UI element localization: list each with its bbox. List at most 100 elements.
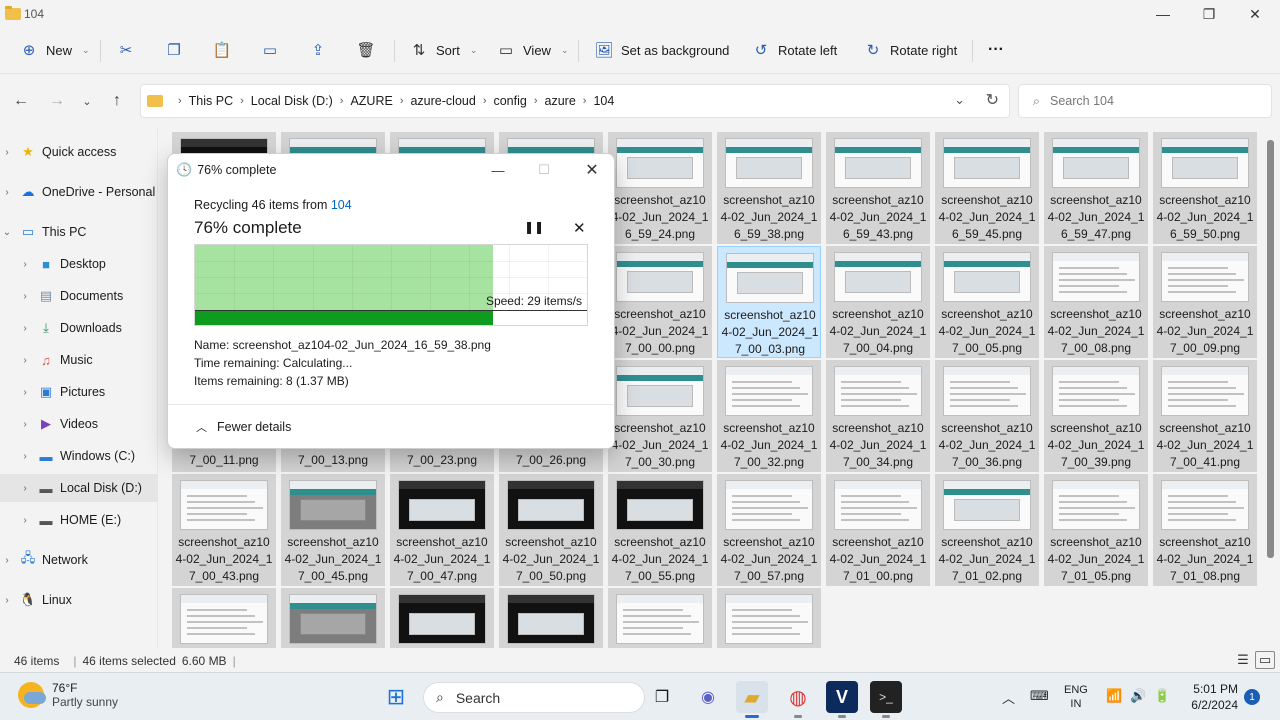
sidebar-item-music[interactable]: › ♫ Music	[0, 346, 158, 374]
rotate-right-button[interactable]: ↻ Rotate right	[864, 28, 958, 72]
language-indicator[interactable]: ENG IN	[1064, 683, 1088, 711]
sidebar-item-quick-access[interactable]: › ★ Quick access	[0, 138, 158, 166]
file-tile[interactable]: screenshot_az10 4-02_Jun_2024_1 7_01_00.pn…	[826, 474, 930, 586]
terminal-app[interactable]: >_	[870, 681, 902, 718]
dialog-close-button[interactable]: ✕	[574, 158, 610, 182]
details-view-button[interactable]: ☰	[1233, 651, 1253, 669]
rename-button[interactable]: ▭	[261, 28, 279, 72]
breadcrumb-azure-sub[interactable]: azure	[545, 94, 576, 108]
file-tile[interactable]	[608, 588, 712, 648]
weather-widget[interactable]: 76°F Partly sunny	[18, 681, 118, 709]
sidebar-item-pictures[interactable]: › ▣ Pictures	[0, 378, 158, 406]
wifi-icon[interactable]: 📶	[1106, 688, 1122, 704]
sidebar-item-documents[interactable]: › ▤ Documents	[0, 282, 158, 310]
back-button[interactable]: ←	[8, 88, 34, 114]
large-icons-view-button[interactable]: ▭	[1255, 651, 1275, 669]
chevron-right-icon[interactable]: ›	[18, 259, 32, 270]
breadcrumb-azure-cloud[interactable]: azure-cloud	[410, 94, 475, 108]
file-tile[interactable]: screenshot_az10 4-02_Jun_2024_1 7_00_34.pn…	[826, 360, 930, 472]
rotate-left-button[interactable]: ↺ Rotate left	[752, 28, 838, 72]
file-tile[interactable]	[281, 588, 385, 648]
file-tile[interactable]: screenshot_az10 4-02_Jun_2024_1 7_00_36.pn…	[935, 360, 1039, 472]
up-button[interactable]: ↑	[104, 88, 130, 114]
file-tile[interactable]: screenshot_az10 4-02_Jun_2024_1 7_00_32.pn…	[717, 360, 821, 472]
file-tile[interactable]	[172, 588, 276, 648]
chevron-right-icon[interactable]: ›	[18, 355, 32, 366]
file-tile[interactable]: screenshot_az10 4-02_Jun_2024_1 6_59_50.pn…	[1153, 132, 1257, 244]
address-bar[interactable]: › This PC › Local Disk (D:) › AZURE › az…	[140, 84, 1010, 118]
view-button[interactable]: ▭ View ⌄	[497, 28, 569, 72]
breadcrumb-this-pc[interactable]: This PC	[189, 94, 233, 108]
taskbar-search[interactable]: ⌕ Search	[423, 682, 645, 713]
breadcrumb-azure[interactable]: AZURE	[350, 94, 392, 108]
sidebar-item-onedrive[interactable]: › ☁ OneDrive - Personal	[0, 178, 158, 206]
chevron-right-icon[interactable]: ›	[18, 515, 32, 526]
close-button[interactable]: ✕	[1232, 0, 1278, 28]
breadcrumb-config[interactable]: config	[493, 94, 526, 108]
chrome-app[interactable]: ◍	[782, 681, 814, 718]
file-tile[interactable]: screenshot_az10 4-02_Jun_2024_1 7_00_45.pn…	[281, 474, 385, 586]
vim-app[interactable]: V	[826, 681, 858, 718]
teams-button[interactable]: ◉	[692, 681, 724, 713]
maximize-button[interactable]: ❐	[1186, 0, 1232, 28]
notification-badge[interactable]: 1	[1244, 689, 1260, 705]
dialog-maximize-button[interactable]: ☐	[526, 158, 562, 182]
task-view-button[interactable]: ❐	[646, 681, 678, 713]
address-dropdown-icon[interactable]: ⌄	[954, 92, 965, 108]
cancel-button[interactable]: ✕	[573, 219, 586, 237]
clock[interactable]: 5:01 PM 6/2/2024	[1190, 681, 1238, 713]
file-tile[interactable]: screenshot_az10 4-02_Jun_2024_1 7_00_50.pn…	[499, 474, 603, 586]
search-input[interactable]: ⌕ Search 104	[1018, 84, 1272, 118]
cut-button[interactable]: ✂	[117, 28, 135, 72]
file-explorer-app[interactable]: ▰	[736, 681, 768, 718]
delete-button[interactable]: 🗑	[356, 28, 375, 72]
chevron-right-icon[interactable]: ›	[0, 595, 14, 606]
speaker-icon[interactable]: 🔊	[1130, 688, 1146, 704]
chevron-right-icon[interactable]: ›	[18, 483, 32, 494]
file-tile[interactable]: screenshot_az10 4-02_Jun_2024_1 6_59_38.pn…	[717, 132, 821, 244]
sidebar-item-local-disk-d[interactable]: › ▬ Local Disk (D:)	[0, 474, 158, 502]
file-tile[interactable]: screenshot_az10 4-02_Jun_2024_1 7_01_05.pn…	[1044, 474, 1148, 586]
file-tile[interactable]: screenshot_az10 4-02_Jun_2024_1 7_01_02.pn…	[935, 474, 1039, 586]
file-tile[interactable]: screenshot_az10 4-02_Jun_2024_1 7_01_08.pn…	[1153, 474, 1257, 586]
pause-button[interactable]: ❚❚	[524, 220, 544, 234]
file-tile[interactable]	[499, 588, 603, 648]
new-button[interactable]: ⊕ New ⌄	[20, 28, 90, 72]
file-tile[interactable]: screenshot_az10 4-02_Jun_2024_1 7_00_55.pn…	[608, 474, 712, 586]
tray-overflow-button[interactable]: ︿	[1002, 688, 1015, 707]
file-tile[interactable]: screenshot_az10 4-02_Jun_2024_1 7_00_47.pn…	[390, 474, 494, 586]
file-tile[interactable]: screenshot_az10 4-02_Jun_2024_1 7_00_43.pn…	[172, 474, 276, 586]
set-as-background-button[interactable]: 🖼 Set as background	[594, 28, 729, 72]
refresh-icon[interactable]: ↻	[986, 90, 999, 110]
file-tile[interactable]: screenshot_az10 4-02_Jun_2024_1 6_59_43.pn…	[826, 132, 930, 244]
file-tile[interactable]: screenshot_az10 4-02_Jun_2024_1 7_00_57.pn…	[717, 474, 821, 586]
more-options-button[interactable]: ···	[988, 28, 1004, 72]
chevron-right-icon[interactable]: ›	[18, 323, 32, 334]
recent-locations-button[interactable]: ⌄	[74, 88, 100, 114]
file-tile[interactable]: screenshot_az10 4-02_Jun_2024_1 7_00_30.pn…	[608, 360, 712, 472]
share-button[interactable]: ⇪	[309, 28, 327, 72]
sidebar-item-this-pc[interactable]: ⌄ ▭ This PC	[0, 218, 158, 246]
sidebar-item-videos[interactable]: › ▶ Videos	[0, 410, 158, 438]
minimize-button[interactable]: —	[1140, 0, 1186, 28]
file-tile[interactable]: screenshot_az10 4-02_Jun_2024_1 7_00_09.pn…	[1153, 246, 1257, 358]
file-tile[interactable]: screenshot_az10 4-02_Jun_2024_1 6_59_24.pn…	[608, 132, 712, 244]
file-tile[interactable]	[717, 588, 821, 648]
file-tile[interactable]: screenshot_az10 4-02_Jun_2024_1 7_00_04.pn…	[826, 246, 930, 358]
sidebar-item-network[interactable]: › 🖧 Network	[0, 546, 158, 574]
sidebar-item-desktop[interactable]: › ■ Desktop	[0, 250, 158, 278]
vertical-scrollbar[interactable]	[1267, 140, 1274, 558]
chevron-right-icon[interactable]: ›	[18, 419, 32, 430]
chevron-down-icon[interactable]: ⌄	[0, 227, 14, 238]
file-tile[interactable]: screenshot_az10 4-02_Jun_2024_1 6_59_45.pn…	[935, 132, 1039, 244]
breadcrumb-local-disk[interactable]: Local Disk (D:)	[251, 94, 333, 108]
keyboard-icon[interactable]: ⌨	[1030, 688, 1049, 704]
dialog-minimize-button[interactable]: —	[480, 158, 516, 182]
chevron-right-icon[interactable]: ›	[18, 451, 32, 462]
sidebar-item-windows-c[interactable]: › ▬ Windows (C:)	[0, 442, 158, 470]
file-tile[interactable]: screenshot_az10 4-02_Jun_2024_1 7_00_05.pn…	[935, 246, 1039, 358]
chevron-right-icon[interactable]: ›	[0, 147, 14, 158]
sidebar-item-linux[interactable]: › 🐧 Linux	[0, 586, 158, 614]
file-tile[interactable]: screenshot_az10 4-02_Jun_2024_1 7_00_03.pn…	[717, 246, 821, 358]
sidebar-item-downloads[interactable]: › ⤓ Downloads	[0, 314, 158, 342]
